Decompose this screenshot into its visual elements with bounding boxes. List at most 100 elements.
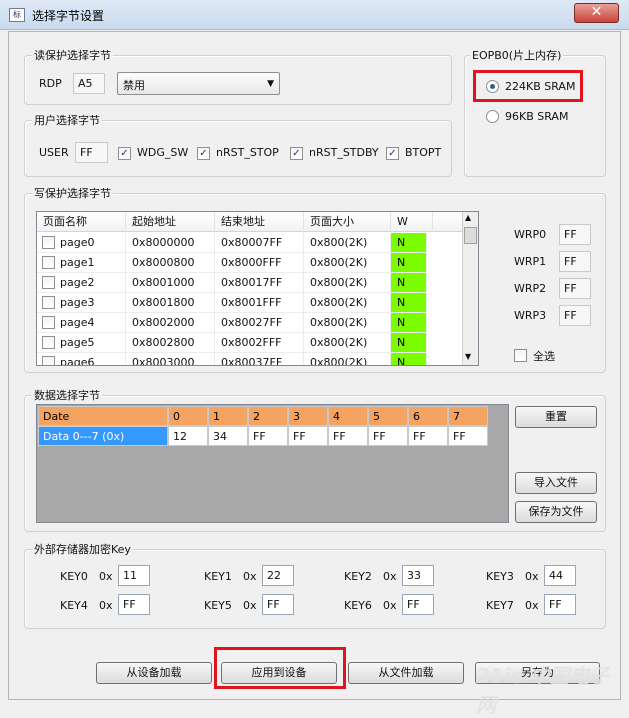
wdg-sw-label[interactable]: WDG_SW xyxy=(137,146,188,159)
page-checkbox[interactable] xyxy=(42,356,55,365)
page-checkbox[interactable] xyxy=(42,256,55,269)
wdg-sw-checkbox[interactable]: ✓ xyxy=(118,147,131,160)
close-button[interactable]: ✕ xyxy=(574,3,619,23)
scroll-up-icon[interactable]: ▲ xyxy=(465,213,471,222)
key-label: KEY2 xyxy=(344,570,372,583)
page-checkbox[interactable] xyxy=(42,276,55,289)
sram-224-radio[interactable] xyxy=(486,80,499,93)
wrp-field[interactable]: FF xyxy=(559,251,591,272)
key-field[interactable]: FF xyxy=(402,594,434,615)
key-field[interactable]: FF xyxy=(118,594,150,615)
key-field[interactable]: 22 xyxy=(262,565,294,586)
list-row[interactable]: page2 0x8001000 0x80017FF 0x800(2K) N xyxy=(37,273,478,293)
key-field[interactable]: FF xyxy=(544,594,576,615)
chevron-down-icon: ▼ xyxy=(267,79,274,89)
list-cell: 0x800(2K) xyxy=(304,353,391,365)
wrp-field[interactable]: FF xyxy=(559,278,591,299)
nrst-stdby-label[interactable]: nRST_STDBY xyxy=(309,146,379,159)
grid-header-cell[interactable]: 7 xyxy=(448,406,488,426)
list-cell: 0x8001800 xyxy=(126,293,215,313)
key-label: KEY0 xyxy=(60,570,88,583)
page-checkbox[interactable] xyxy=(42,236,55,249)
list-row[interactable]: page4 0x8002000 0x80027FF 0x800(2K) N xyxy=(37,313,478,333)
user-field[interactable]: FF xyxy=(75,142,108,163)
wrp-field[interactable]: FF xyxy=(559,224,591,245)
grid-header-cell[interactable]: 0 xyxy=(168,406,208,426)
wrp-field[interactable]: FF xyxy=(559,305,591,326)
user-label: USER xyxy=(39,146,69,159)
select-all-checkbox[interactable] xyxy=(514,349,527,362)
user-option-legend: 用户选择字节 xyxy=(32,112,102,128)
btopt-checkbox[interactable]: ✓ xyxy=(386,147,399,160)
column-header[interactable]: 结束地址 xyxy=(215,212,304,232)
btopt-label[interactable]: BTOPT xyxy=(405,146,441,159)
import-file-button[interactable]: 导入文件 xyxy=(515,472,597,494)
grid-value-cell[interactable]: FF xyxy=(448,426,488,446)
save-as-file-button[interactable]: 保存为文件 xyxy=(515,501,597,523)
hex-prefix: 0x xyxy=(99,570,113,583)
eopb0-legend: EOPB0(片上内存) xyxy=(470,47,564,63)
list-scrollbar[interactable]: ▲ ▼ xyxy=(462,212,478,365)
list-row[interactable]: page1 0x8000800 0x8000FFF 0x800(2K) N xyxy=(37,253,478,273)
page-checkbox[interactable] xyxy=(42,336,55,349)
grid-value-cell[interactable]: 34 xyxy=(208,426,248,446)
column-header[interactable]: W xyxy=(391,212,433,232)
hex-prefix: 0x xyxy=(525,599,539,612)
key-field[interactable]: FF xyxy=(262,594,294,615)
wrp-label: WRP2 xyxy=(514,282,547,295)
load-from-file-button[interactable]: 从文件加载 xyxy=(348,662,464,684)
grid-value-cell[interactable]: Data 0---7 (0x) xyxy=(38,426,168,446)
scrollbar-thumb[interactable] xyxy=(464,227,477,244)
page-list[interactable]: 页面名称 起始地址 结束地址 页面大小 W page0 0x8000000 0x80… xyxy=(36,211,479,366)
grid-header-cell[interactable]: Date xyxy=(38,406,168,426)
grid-header-cell[interactable]: 1 xyxy=(208,406,248,426)
page-checkbox[interactable] xyxy=(42,316,55,329)
read-protect-legend: 读保护选择字节 xyxy=(32,47,113,63)
grid-value-cell[interactable]: FF xyxy=(248,426,288,446)
reset-button[interactable]: 重置 xyxy=(515,406,597,428)
list-row[interactable]: page6 0x8003000 0x80037FF 0x800(2K) N xyxy=(37,353,478,365)
list-row[interactable]: page3 0x8001800 0x8001FFF 0x800(2K) N xyxy=(37,293,478,313)
column-header[interactable]: 起始地址 xyxy=(126,212,215,232)
nrst-stdby-checkbox[interactable]: ✓ xyxy=(290,147,303,160)
sram-224-label[interactable]: 224KB SRAM xyxy=(505,80,575,93)
column-header[interactable]: 页面大小 xyxy=(304,212,391,232)
rdp-select[interactable]: 禁用 ▼ xyxy=(117,72,280,95)
grid-header-cell[interactable]: 3 xyxy=(288,406,328,426)
scroll-down-icon[interactable]: ▼ xyxy=(465,352,471,361)
grid-value-cell[interactable]: FF xyxy=(288,426,328,446)
sram-96-radio[interactable] xyxy=(486,110,499,123)
nrst-stop-checkbox[interactable]: ✓ xyxy=(197,147,210,160)
grid-value-cell[interactable]: 12 xyxy=(168,426,208,446)
column-header[interactable]: 页面名称 xyxy=(37,212,126,232)
write-protect-legend: 写保护选择字节 xyxy=(32,185,113,201)
list-cell: N xyxy=(391,253,427,273)
apply-to-device-button[interactable]: 应用到设备 xyxy=(221,662,337,684)
hex-prefix: 0x xyxy=(243,599,257,612)
grid-header-cell[interactable]: 4 xyxy=(328,406,368,426)
page-checkbox[interactable] xyxy=(42,296,55,309)
list-cell: 0x8002000 xyxy=(126,313,215,333)
list-cell: 0x80007FF xyxy=(215,233,304,253)
grid-header-cell[interactable]: 6 xyxy=(408,406,448,426)
list-row[interactable]: page5 0x8002800 0x8002FFF 0x800(2K) N xyxy=(37,333,478,353)
load-from-device-button[interactable]: 从设备加载 xyxy=(96,662,212,684)
rdp-field[interactable]: A5 xyxy=(73,73,105,94)
grid-header-cell[interactable]: 2 xyxy=(248,406,288,426)
ext-key-group xyxy=(24,549,606,629)
check-icon: ✓ xyxy=(120,148,129,159)
list-cell: 0x8001FFF xyxy=(215,293,304,313)
sram-96-label[interactable]: 96KB SRAM xyxy=(505,110,568,123)
list-cell: 0x800(2K) xyxy=(304,253,391,273)
list-row[interactable]: page0 0x8000000 0x80007FF 0x800(2K) N xyxy=(37,233,478,253)
select-all-label[interactable]: 全选 xyxy=(533,348,555,364)
grid-value-cell[interactable]: FF xyxy=(368,426,408,446)
key-field[interactable]: 11 xyxy=(118,565,150,586)
key-field[interactable]: 44 xyxy=(544,565,576,586)
grid-header-cell[interactable]: 5 xyxy=(368,406,408,426)
list-cell: N xyxy=(391,333,427,353)
nrst-stop-label[interactable]: nRST_STOP xyxy=(216,146,279,159)
grid-value-cell[interactable]: FF xyxy=(408,426,448,446)
key-field[interactable]: 33 xyxy=(402,565,434,586)
grid-value-cell[interactable]: FF xyxy=(328,426,368,446)
